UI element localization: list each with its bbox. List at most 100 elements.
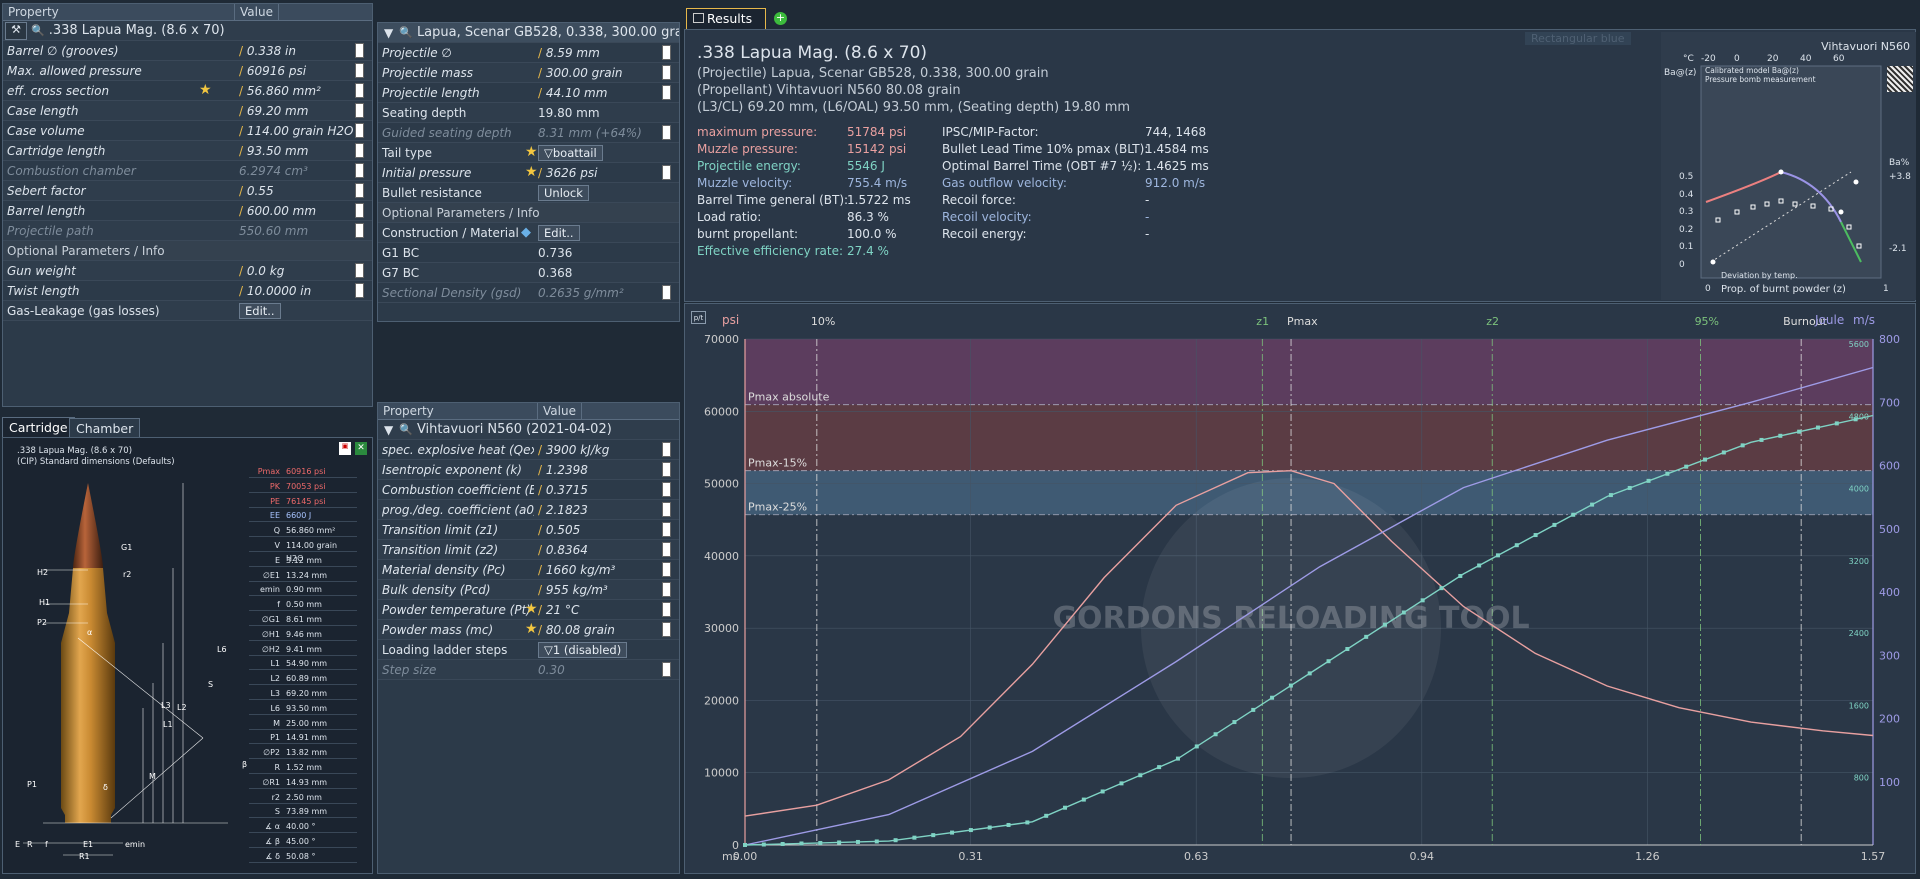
property-value[interactable]: 19.80 mm xyxy=(534,106,679,120)
property-row[interactable]: Seating depth 19.80 mm xyxy=(378,103,679,123)
property-value[interactable]: 0.505 xyxy=(534,523,679,537)
property-row[interactable]: Powder temperature (Pt)21 °C★ xyxy=(378,600,679,620)
drawing-tab-chamber[interactable]: Chamber xyxy=(69,418,141,438)
property-row[interactable]: Material density (Pc) 1660 kg/m³ xyxy=(378,560,679,580)
property-row[interactable]: spec. explosive heat (Qex)3900 kJ/kg xyxy=(378,440,679,460)
property-value[interactable]: 10.0000 in xyxy=(235,284,372,298)
excel-icon[interactable]: ✕ xyxy=(355,442,367,455)
property-value[interactable]: 0.55 xyxy=(235,184,372,198)
property-row[interactable]: Combustion coefficient (Ba)0.3715 xyxy=(378,480,679,500)
spin-icon[interactable] xyxy=(355,43,364,58)
spin-icon[interactable] xyxy=(662,45,671,60)
property-value[interactable]: 0.368 xyxy=(534,266,679,280)
property-value[interactable]: 21 °C xyxy=(534,603,679,617)
property-row[interactable]: Bulk density (Pcd) 955 kg/m³ xyxy=(378,580,679,600)
spin-icon[interactable] xyxy=(662,542,671,557)
property-row[interactable]: Transition limit (z2) 0.8364 xyxy=(378,540,679,560)
property-value[interactable]: 93.50 mm xyxy=(235,144,372,158)
property-row[interactable]: Case length 69.20 mm xyxy=(3,101,372,121)
property-value[interactable]: 300.00 grain xyxy=(534,66,679,80)
spin-icon[interactable] xyxy=(662,285,671,300)
spin-icon[interactable] xyxy=(355,103,364,118)
spin-icon[interactable] xyxy=(355,63,364,78)
property-value[interactable]: 2.1823 xyxy=(534,503,679,517)
info-diamond-icon[interactable]: ◆ xyxy=(521,225,531,240)
property-row[interactable]: Cartridge length 93.50 mm xyxy=(3,141,372,161)
spin-icon[interactable] xyxy=(355,223,364,238)
powder-title-row[interactable]: ▼ 🔍 Vihtavuori N560 (2021-04-02) xyxy=(378,420,679,440)
property-row[interactable]: Case volume 114.00 grain H2O xyxy=(3,121,372,141)
property-row[interactable]: Loading ladder steps ▽1 (disabled) xyxy=(378,640,679,660)
star-icon[interactable]: ★ xyxy=(199,82,212,98)
add-tab-button[interactable]: + xyxy=(774,12,787,25)
edit-button[interactable]: Edit.. xyxy=(239,302,281,319)
property-row[interactable]: Bullet resistance Unlock xyxy=(378,183,679,203)
collapse-icon[interactable]: ▼ xyxy=(384,423,393,437)
wrench-icon[interactable]: ⚒ xyxy=(5,21,27,40)
property-row[interactable]: Combustion chamber 6.2974 cm³ xyxy=(3,161,372,181)
property-value[interactable]: 69.20 mm xyxy=(235,104,372,118)
property-row[interactable]: Step size 0.30 xyxy=(378,660,679,680)
star-icon[interactable]: ★ xyxy=(525,144,538,160)
spin-icon[interactable] xyxy=(662,602,671,617)
spin-icon[interactable] xyxy=(355,283,364,298)
spin-icon[interactable] xyxy=(662,125,671,140)
spin-icon[interactable] xyxy=(662,662,671,677)
property-row[interactable]: Isentropic exponent (k) 1.2398 xyxy=(378,460,679,480)
property-value[interactable]: 955 kg/m³ xyxy=(534,583,679,597)
property-row[interactable]: eff. cross section56.860 mm²★ xyxy=(3,81,372,101)
property-value[interactable]: 0.338 in xyxy=(235,44,372,58)
property-row[interactable]: Projectile path 550.60 mm xyxy=(3,221,372,241)
property-row[interactable]: Barrel length 600.00 mm xyxy=(3,201,372,221)
spin-icon[interactable] xyxy=(662,462,671,477)
property-row[interactable]: Optional Parameters / Info xyxy=(3,241,372,261)
property-value[interactable]: 0.0 kg xyxy=(235,264,372,278)
results-tab[interactable]: Results xyxy=(686,8,766,29)
spin-icon[interactable] xyxy=(355,203,364,218)
edit-button[interactable]: Edit.. xyxy=(538,224,580,241)
spin-icon[interactable] xyxy=(662,85,671,100)
property-value[interactable]: 0.8364 xyxy=(534,543,679,557)
cartridge-title-row[interactable]: ⚒ 🔍 .338 Lapua Mag. (8.6 x 70) xyxy=(3,21,372,41)
property-value[interactable]: 56.860 mm² xyxy=(235,84,372,98)
star-icon[interactable]: ★ xyxy=(525,601,538,617)
property-value[interactable]: 60916 psi xyxy=(235,64,372,78)
spin-icon[interactable] xyxy=(662,442,671,457)
property-value[interactable]: 0.736 xyxy=(534,246,679,260)
property-row[interactable]: Projectile mass 300.00 grain xyxy=(378,63,679,83)
property-row[interactable]: Barrel ∅ (grooves) 0.338 in xyxy=(3,41,372,61)
spin-icon[interactable] xyxy=(355,143,364,158)
property-row[interactable]: prog./deg. coefficient (a0)2.1823 xyxy=(378,500,679,520)
spin-icon[interactable] xyxy=(355,123,364,138)
drawing-tab-cartridge[interactable]: Cartridge xyxy=(2,417,75,437)
property-row[interactable]: Initial pressure 3626 psi★ xyxy=(378,163,679,183)
spin-icon[interactable] xyxy=(355,263,364,278)
property-row[interactable]: Sebert factor 0.55 xyxy=(3,181,372,201)
star-icon[interactable]: ★ xyxy=(525,621,538,637)
spin-icon[interactable] xyxy=(662,165,671,180)
pt-button[interactable]: p/t xyxy=(691,311,706,324)
property-value[interactable]: 1.2398 xyxy=(534,463,679,477)
property-row[interactable]: Construction / Material Edit.. ◆ xyxy=(378,223,679,243)
spin-icon[interactable] xyxy=(662,522,671,537)
property-row[interactable]: Powder mass (mc) 80.08 grain★ xyxy=(378,620,679,640)
spin-icon[interactable] xyxy=(355,163,364,178)
property-value[interactable]: 1660 kg/m³ xyxy=(534,563,679,577)
star-icon[interactable]: ★ xyxy=(525,164,538,180)
spin-icon[interactable] xyxy=(662,502,671,517)
projectile-title-row[interactable]: ▼ 🔍 Lapua, Scenar GB528, 0.338, 300.00 g… xyxy=(378,23,679,43)
spin-icon[interactable] xyxy=(355,183,364,198)
property-row[interactable]: Optional Parameters / Info xyxy=(378,203,679,223)
property-value[interactable]: 44.10 mm xyxy=(534,86,679,100)
property-value[interactable]: 600.00 mm xyxy=(235,204,372,218)
property-value[interactable]: 0.3715 xyxy=(534,483,679,497)
property-value[interactable]: 3900 kJ/kg xyxy=(534,443,679,457)
property-row[interactable]: Sectional Density (gsd) 0.2635 g/mm² xyxy=(378,283,679,303)
spin-icon[interactable] xyxy=(662,482,671,497)
dropdown-select[interactable]: ▽1 (disabled) xyxy=(538,641,628,658)
property-row[interactable]: Gas-Leakage (gas losses) Edit.. xyxy=(3,301,372,321)
property-row[interactable]: G1 BC 0.736 xyxy=(378,243,679,263)
spin-icon[interactable] xyxy=(662,562,671,577)
spin-icon[interactable] xyxy=(662,622,671,637)
property-row[interactable]: Twist length 10.0000 in xyxy=(3,281,372,301)
